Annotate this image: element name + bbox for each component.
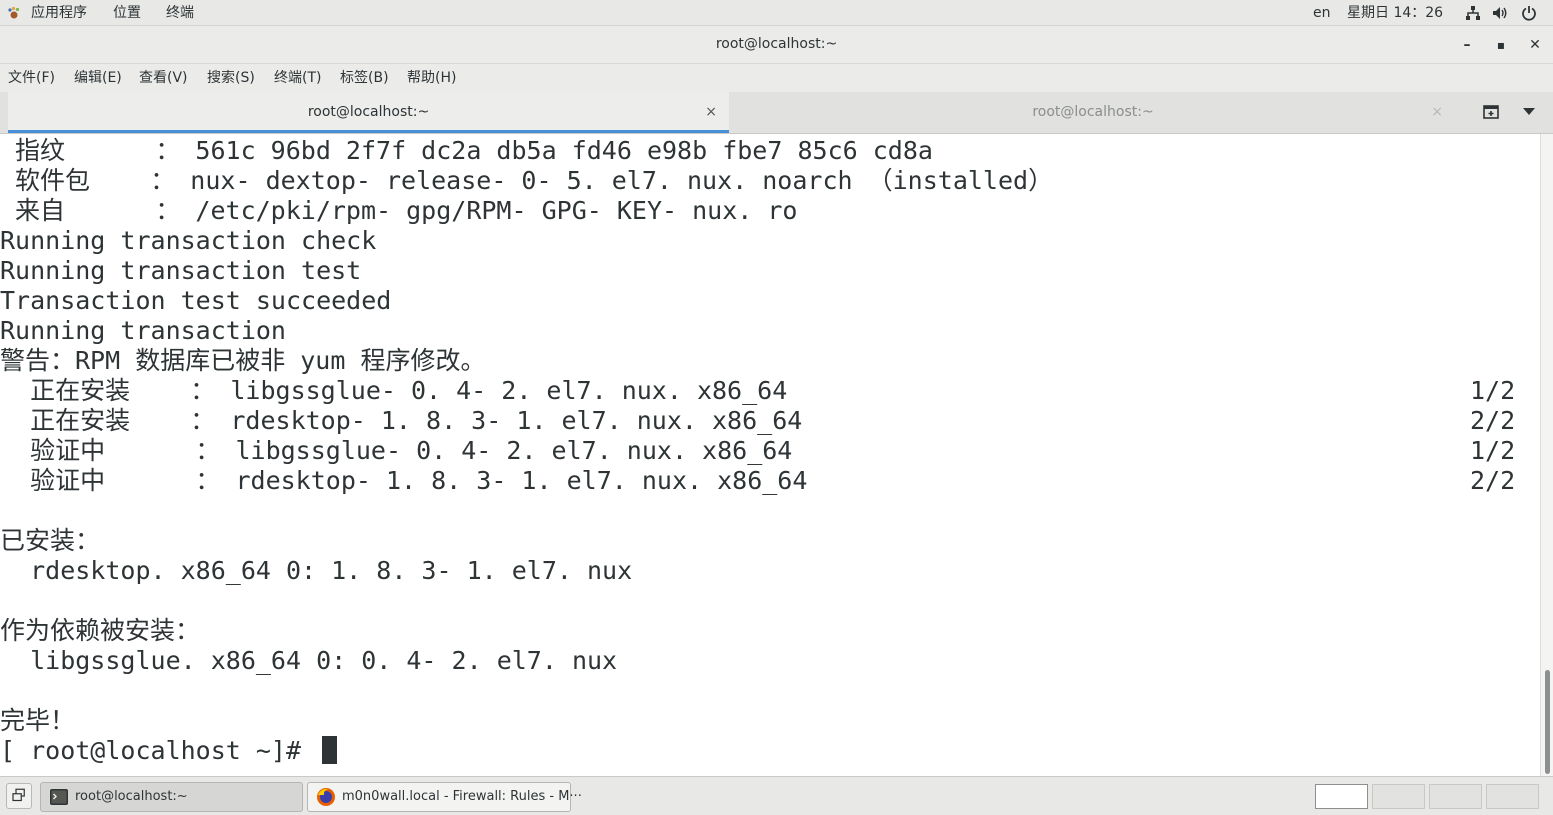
menu-help[interactable]: 帮助(H) xyxy=(407,69,456,87)
terminal-scrollbar[interactable] xyxy=(1540,134,1553,776)
menu-terminal[interactable]: 终端(T) xyxy=(274,69,321,87)
terminal-line-text: Transaction test succeeded xyxy=(0,286,392,315)
top-panel: 应用程序 位置 终端 en 星期日 14：26 xyxy=(0,0,1553,26)
terminal-line-text: 验证中 ： libgssglue- 0. 4- 2. el7. nux. x86… xyxy=(0,436,793,465)
terminal-icon xyxy=(50,789,68,805)
terminal-line-text: rdesktop. x86_64 0: 1. 8. 3- 1. el7. nux xyxy=(0,556,633,585)
menu-edit[interactable]: 编辑(E) xyxy=(74,69,122,87)
terminal-line: Running transaction check xyxy=(0,226,376,256)
tab-terminal-2[interactable]: root@localhost:~ × xyxy=(731,92,1455,133)
terminal-app-menu[interactable]: 终端 xyxy=(166,4,194,22)
terminal-line: Running transaction test xyxy=(0,256,361,286)
applications-menu[interactable]: 应用程序 xyxy=(31,4,87,22)
new-tab-icon[interactable] xyxy=(1482,104,1502,122)
terminal-prompt-line[interactable]: [ root@localhost ~]# xyxy=(0,736,338,766)
terminal-line-text: 警告：RPM 数据库已被非 yum 程序修改。 xyxy=(0,346,486,375)
terminal-line: Running transaction xyxy=(0,316,286,346)
bottom-taskbar: root@localhost:~ m0n0wall.local - Firewa… xyxy=(0,776,1553,815)
power-icon[interactable] xyxy=(1521,5,1537,21)
show-desktop-icon xyxy=(12,788,25,802)
input-language-indicator[interactable]: en xyxy=(1313,4,1331,22)
terminal-line-text: 已安装： xyxy=(0,526,101,555)
tab-close-button[interactable]: × xyxy=(1431,103,1443,121)
terminal-line: 完毕！ xyxy=(0,706,75,736)
terminal-output[interactable]: 指纹 ： 561c 96bd 2f7f dc2a db5a fd46 e98b … xyxy=(0,134,1540,776)
progress-counter: 1/2 xyxy=(1470,376,1516,405)
progress-counter: 2/2 xyxy=(1470,466,1516,495)
workspace-1[interactable] xyxy=(1315,784,1368,809)
menu-file[interactable]: 文件(F) xyxy=(8,69,55,87)
workspace-3[interactable] xyxy=(1429,784,1482,809)
terminal-line-text: Running transaction test xyxy=(0,256,362,285)
scrollbar-thumb[interactable] xyxy=(1545,670,1550,774)
terminal-line-text: 正在安装 ： libgssglue- 0. 4- 2. el7. nux. x8… xyxy=(0,376,788,405)
terminal-line-text: 完毕！ xyxy=(0,706,76,735)
maximize-button[interactable]: ▪ xyxy=(1491,35,1511,55)
menu-bar: 文件(F) 编辑(E) 查看(V) 搜索(S) 终端(T) 标签(B) 帮助(H… xyxy=(0,64,1553,92)
menu-view[interactable]: 查看(V) xyxy=(139,69,188,87)
terminal-line: 作为依赖被安装： xyxy=(0,616,200,646)
progress-counter: 2/2 xyxy=(1470,406,1516,435)
terminal-line: 已安装： xyxy=(0,526,100,556)
tab-menu-chevron-down-icon[interactable] xyxy=(1523,108,1535,115)
terminal-line: rdesktop. x86_64 0: 1. 8. 3- 1. el7. nux xyxy=(0,556,632,586)
terminal-line: 正在安装 ： rdesktop- 1. 8. 3- 1. el7. nux. x… xyxy=(0,406,1515,436)
tab-terminal-1[interactable]: root@localhost:~ × xyxy=(8,92,729,133)
taskbar-item-label: root@localhost:~ xyxy=(75,789,188,804)
terminal-line: 来自 ： /etc/pki/rpm- gpg/RPM- GPG- KEY- nu… xyxy=(0,196,797,226)
tab-close-button[interactable]: × xyxy=(705,103,717,121)
terminal-line: libgssglue. x86_64 0: 0. 4- 2. el7. nux xyxy=(0,646,617,676)
clock[interactable]: 星期日 14：26 xyxy=(1347,4,1443,22)
volume-icon[interactable] xyxy=(1492,5,1508,21)
text-cursor xyxy=(322,736,338,764)
terminal-line-text: Running transaction xyxy=(0,316,286,345)
window-title: root@localhost:~ xyxy=(715,36,838,52)
taskbar-item-firefox[interactable]: m0n0wall.local - Firewall: Rules - M··· xyxy=(307,782,582,812)
terminal-line: 正在安装 ： libgssglue- 0. 4- 2. el7. nux. x8… xyxy=(0,376,1515,406)
terminal-line-text: 作为依赖被安装： xyxy=(0,616,201,645)
terminal-line-text: Running transaction check xyxy=(0,226,377,255)
progress-counter: 1/2 xyxy=(1470,436,1516,465)
tab-bar: root@localhost:~ × root@localhost:~ × xyxy=(0,92,1553,134)
tab-label: root@localhost:~ xyxy=(307,104,430,120)
minimize-button[interactable]: – xyxy=(1457,35,1477,55)
terminal-line-text: 正在安装 ： rdesktop- 1. 8. 3- 1. el7. nux. x… xyxy=(0,406,803,435)
firefox-icon xyxy=(317,788,335,806)
workspace-2[interactable] xyxy=(1372,784,1425,809)
terminal-line: Transaction test succeeded xyxy=(0,286,391,316)
shell-prompt: [ root@localhost ~]# xyxy=(0,736,317,765)
places-menu[interactable]: 位置 xyxy=(113,4,141,22)
terminal-line: 指纹 ： 561c 96bd 2f7f dc2a db5a fd46 e98b … xyxy=(0,136,933,166)
gnome-foot-icon xyxy=(8,6,20,19)
terminal-line-text: libgssglue. x86_64 0: 0. 4- 2. el7. nux xyxy=(0,646,618,675)
terminal-line: 验证中 ： rdesktop- 1. 8. 3- 1. el7. nux. x8… xyxy=(0,466,1515,496)
terminal-line: 验证中 ： libgssglue- 0. 4- 2. el7. nux. x86… xyxy=(0,436,1515,466)
terminal-line: 软件包 ： nux- dextop- release- 0- 5. el7. n… xyxy=(0,166,1053,196)
taskbar-item-terminal[interactable]: root@localhost:~ xyxy=(40,782,303,812)
menu-search[interactable]: 搜索(S) xyxy=(207,69,255,87)
terminal-line-text: 验证中 ： rdesktop- 1. 8. 3- 1. el7. nux. x8… xyxy=(0,466,808,495)
window-titlebar[interactable]: root@localhost:~ – ▪ ✕ xyxy=(0,26,1553,64)
terminal-line-text: 软件包 ： nux- dextop- release- 0- 5. el7. n… xyxy=(0,166,1054,195)
terminal-line: 警告：RPM 数据库已被非 yum 程序修改。 xyxy=(0,346,485,376)
terminal-line-text: 指纹 ： 561c 96bd 2f7f dc2a db5a fd46 e98b … xyxy=(0,136,933,165)
network-icon[interactable] xyxy=(1465,5,1481,21)
show-desktop-button[interactable] xyxy=(6,783,32,809)
close-window-button[interactable]: ✕ xyxy=(1525,35,1545,55)
terminal-line-text: 来自 ： /etc/pki/rpm- gpg/RPM- GPG- KEY- nu… xyxy=(0,196,798,225)
taskbar-item-label: m0n0wall.local - Firewall: Rules - M··· xyxy=(342,789,582,804)
workspace-4[interactable] xyxy=(1486,784,1539,809)
menu-tabs[interactable]: 标签(B) xyxy=(340,69,389,87)
tab-label: root@localhost:~ xyxy=(1032,104,1154,120)
